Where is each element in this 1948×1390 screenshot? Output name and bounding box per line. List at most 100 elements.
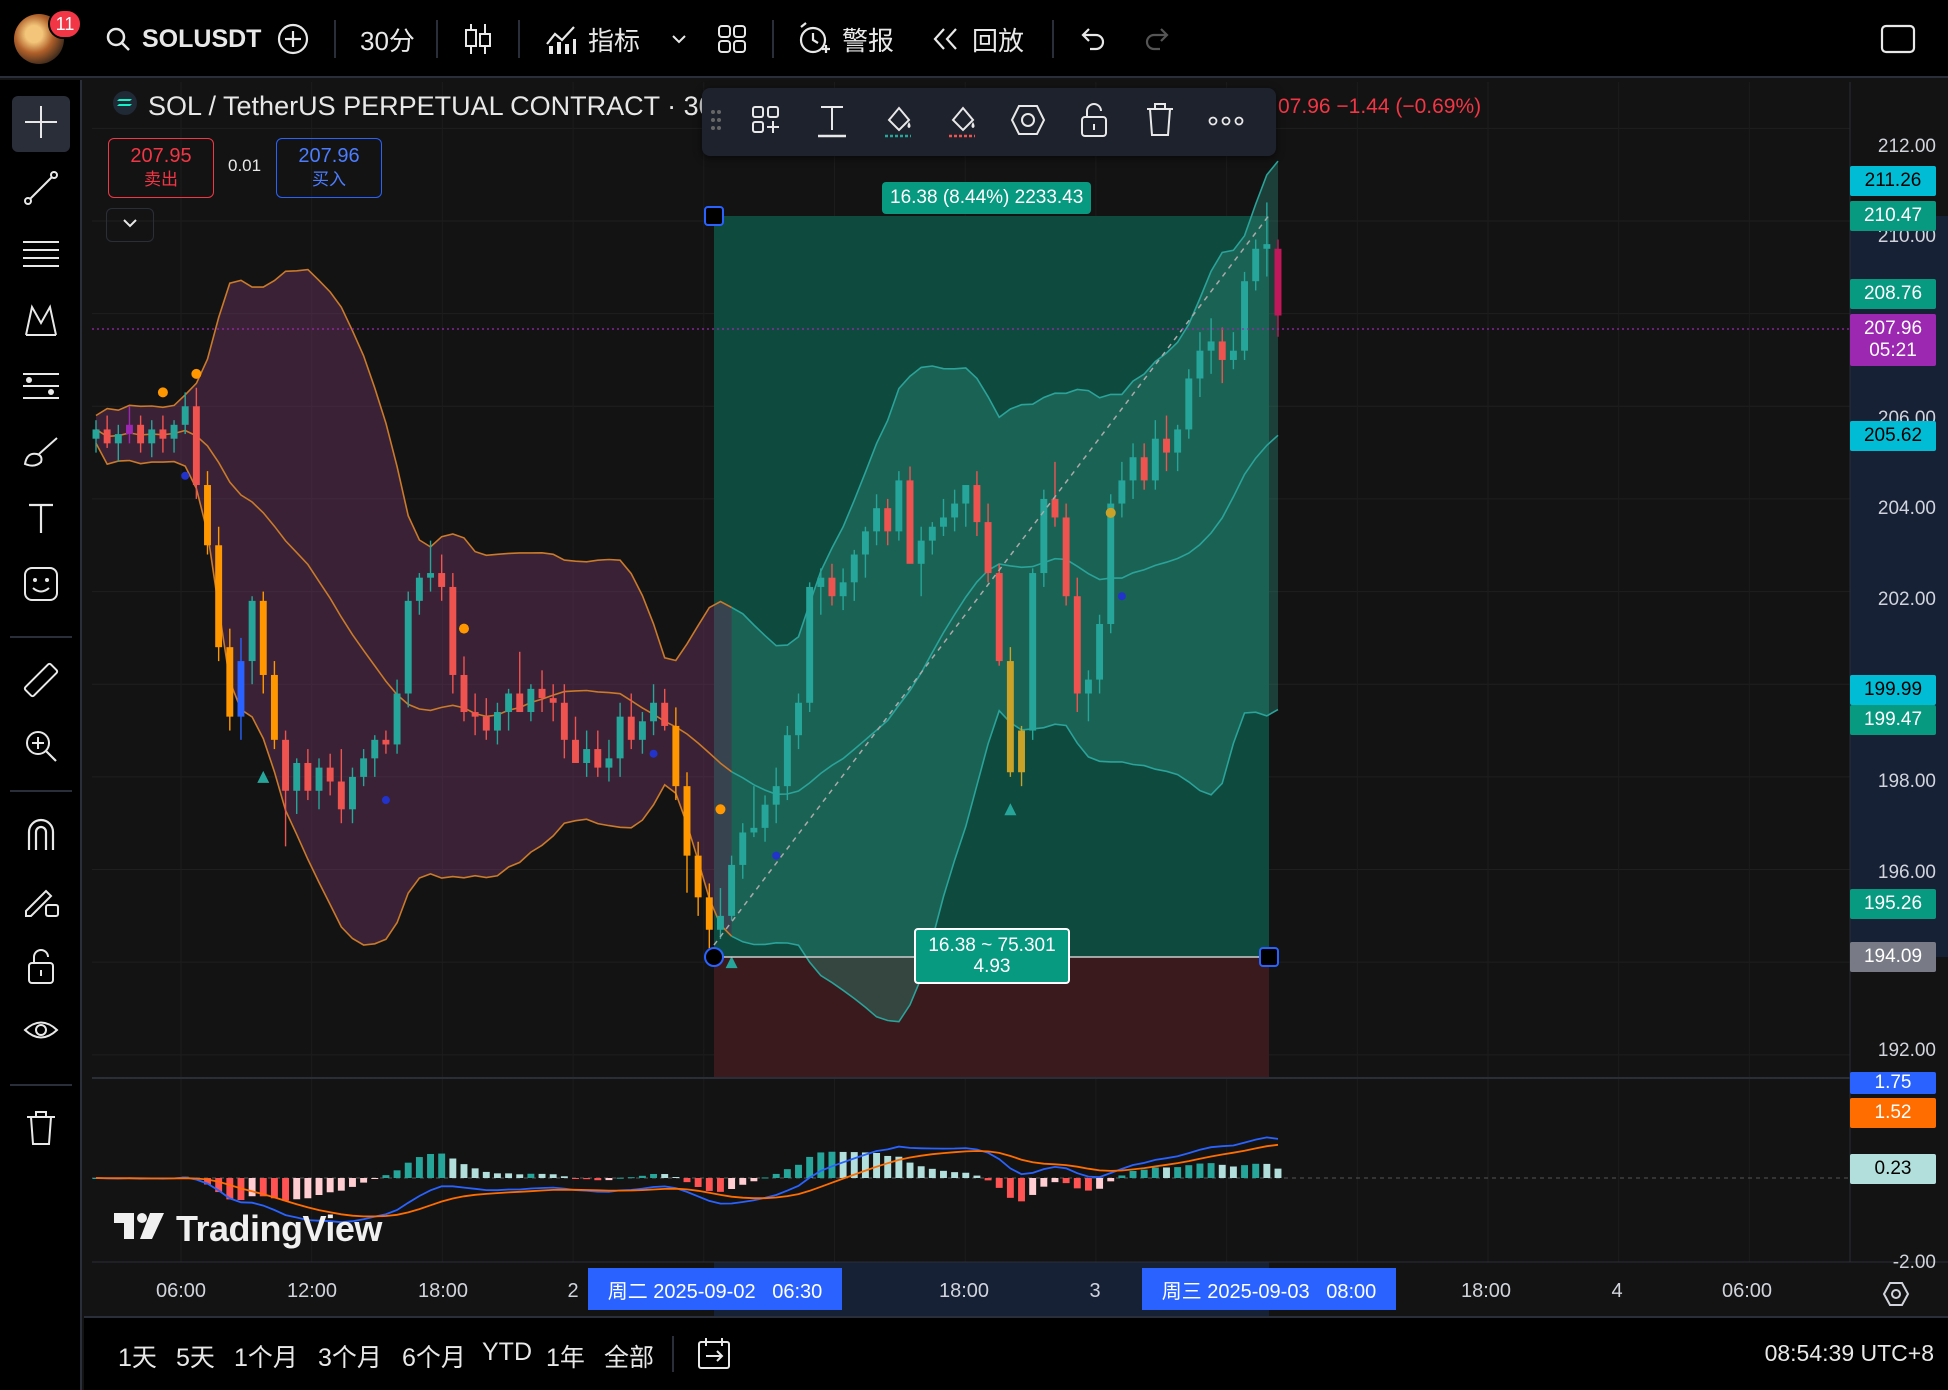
macd-histogram-bar xyxy=(393,1170,401,1178)
paint-bucket-icon xyxy=(945,102,979,143)
hexagon-settings-icon xyxy=(1010,103,1046,142)
price-label: 196.00 xyxy=(1877,862,1936,883)
settings-button[interactable] xyxy=(1004,98,1052,146)
paint-bucket-icon xyxy=(881,102,915,143)
macd-histogram-bar xyxy=(1263,1163,1271,1178)
price-tag: 211.26 xyxy=(1850,166,1936,196)
time-label: 12:00 xyxy=(286,1280,338,1302)
macd-histogram-bar xyxy=(694,1178,702,1187)
legend-title[interactable]: SOL / TetherUS PERPETUAL CONTRACT · 30 · xyxy=(112,90,730,123)
macd-histogram-bar xyxy=(951,1172,959,1178)
macd-histogram-bar xyxy=(839,1151,847,1178)
macd-histogram-bar xyxy=(1107,1178,1115,1182)
macd-histogram-bar xyxy=(817,1152,825,1178)
axis-settings-button[interactable] xyxy=(1882,1280,1910,1313)
sell-label: 卖出 xyxy=(144,170,178,189)
time-label: 3 xyxy=(1089,1280,1101,1302)
calendar-arrow-icon xyxy=(696,1338,732,1376)
range-ytd[interactable]: YTD xyxy=(482,1338,532,1367)
macd-histogram-bar xyxy=(962,1172,970,1178)
macd-histogram-bar xyxy=(415,1157,423,1178)
price-tag: 195.26 xyxy=(1850,889,1936,919)
more-options-button[interactable] xyxy=(1202,98,1250,146)
position-stats-box: 16.38 ~ 75.301 4.93 xyxy=(914,928,1070,984)
clock-timezone[interactable]: 08:54:39 UTC+8 xyxy=(1765,1340,1934,1367)
macd-histogram-bar xyxy=(1207,1163,1215,1178)
time-label: 06:00 xyxy=(1721,1280,1773,1302)
macd-histogram-bar xyxy=(404,1162,412,1178)
macd-histogram-bar xyxy=(806,1156,814,1178)
macd-histogram-bar xyxy=(940,1170,947,1178)
macd-histogram-bar xyxy=(482,1171,490,1178)
macd-histogram-bar xyxy=(1196,1163,1204,1178)
macd-histogram-bar xyxy=(371,1178,379,1179)
range-1m[interactable]: 1个月 xyxy=(234,1338,298,1374)
templates-button[interactable] xyxy=(742,98,790,146)
macd-histogram-bar xyxy=(928,1168,936,1178)
goto-date-button[interactable] xyxy=(696,1336,732,1377)
macd-histogram-bar xyxy=(638,1175,646,1178)
macd-histogram-bar xyxy=(705,1178,713,1191)
buy-label: 买入 xyxy=(312,170,346,189)
legend-collapse-button[interactable] xyxy=(106,208,154,242)
lock-drawing-button[interactable] xyxy=(1070,98,1118,146)
macd-histogram-bar xyxy=(1241,1165,1249,1178)
macd-histogram-bar xyxy=(1084,1178,1092,1191)
price-label: 212.00 xyxy=(1877,136,1936,157)
macd-tag: 1.75 xyxy=(1850,1072,1936,1094)
delete-drawing-button[interactable] xyxy=(1136,98,1184,146)
range-6m[interactable]: 6个月 xyxy=(402,1338,466,1374)
macd-histogram-bar xyxy=(270,1178,278,1199)
text-style-button[interactable] xyxy=(808,98,856,146)
range-all[interactable]: 全部 xyxy=(604,1338,654,1374)
macd-histogram-bar xyxy=(304,1178,312,1199)
stats-line-1: 16.38 ~ 75.301 xyxy=(928,935,1056,956)
time-label: 18:00 xyxy=(938,1280,990,1302)
price-label: 202.00 xyxy=(1877,589,1936,610)
line-color-button[interactable] xyxy=(874,98,922,146)
macd-histogram-bar xyxy=(572,1178,579,1179)
macd-histogram-bar xyxy=(716,1178,724,1192)
macd-histogram-bar xyxy=(527,1173,535,1178)
macd-histogram-bar xyxy=(538,1173,546,1178)
macd-histogram-bar xyxy=(1129,1170,1137,1178)
macd-histogram-bar xyxy=(728,1178,736,1189)
price-tag: 208.76 xyxy=(1850,279,1936,309)
more-horizontal-icon xyxy=(1208,113,1244,131)
buy-button[interactable]: 207.96 买入 xyxy=(276,138,382,198)
range-5d[interactable]: 5天 xyxy=(176,1338,215,1374)
range-start-time: 周二 2025-09-02 06:30 xyxy=(588,1268,842,1310)
tradingview-logo-icon xyxy=(112,1208,166,1250)
price-tag: 194.09 xyxy=(1850,942,1936,972)
macd-histogram-bar xyxy=(460,1164,468,1178)
macd-histogram-bar xyxy=(761,1177,769,1179)
text-icon xyxy=(816,102,848,143)
range-1d[interactable]: 1天 xyxy=(118,1338,157,1374)
macd-histogram-bar xyxy=(583,1178,591,1180)
last-price: 207.96 xyxy=(1863,318,1923,339)
sell-button[interactable]: 207.95 卖出 xyxy=(108,138,214,198)
bottom-toolbar: 1天 5天 1个月 3个月 6个月 YTD 1年 全部 08:54:39 UTC… xyxy=(84,1316,1948,1390)
watermark-text: TradingView xyxy=(176,1208,382,1249)
fill-color-button[interactable] xyxy=(938,98,986,146)
signal-tag: 1.52 xyxy=(1850,1098,1936,1128)
macd-histogram-bar xyxy=(360,1178,368,1183)
tradingview-watermark: TradingView xyxy=(112,1208,382,1250)
range-1y[interactable]: 1年 xyxy=(546,1338,585,1374)
macd-histogram-bar xyxy=(1274,1168,1282,1178)
macd-histogram-bar xyxy=(783,1169,791,1178)
macd-histogram-bar xyxy=(1151,1167,1159,1178)
macd-histogram-bar xyxy=(1006,1178,1014,1198)
macd-histogram-bar xyxy=(650,1173,658,1178)
price-label: 198.00 xyxy=(1877,771,1936,792)
buy-price: 207.96 xyxy=(298,145,360,167)
price-label: 204.00 xyxy=(1877,498,1936,519)
macd-histogram-bar xyxy=(627,1177,635,1179)
target-label: 16.38 (8.44%) 2233.43 xyxy=(882,182,1092,214)
range-3m[interactable]: 3个月 xyxy=(318,1338,382,1374)
drag-handle-icon[interactable] xyxy=(704,98,728,146)
macd-histogram-bar xyxy=(326,1178,334,1193)
macd-histogram-bar xyxy=(349,1178,356,1187)
macd-histogram-bar xyxy=(438,1153,446,1178)
macd-histogram-bar xyxy=(282,1178,290,1201)
